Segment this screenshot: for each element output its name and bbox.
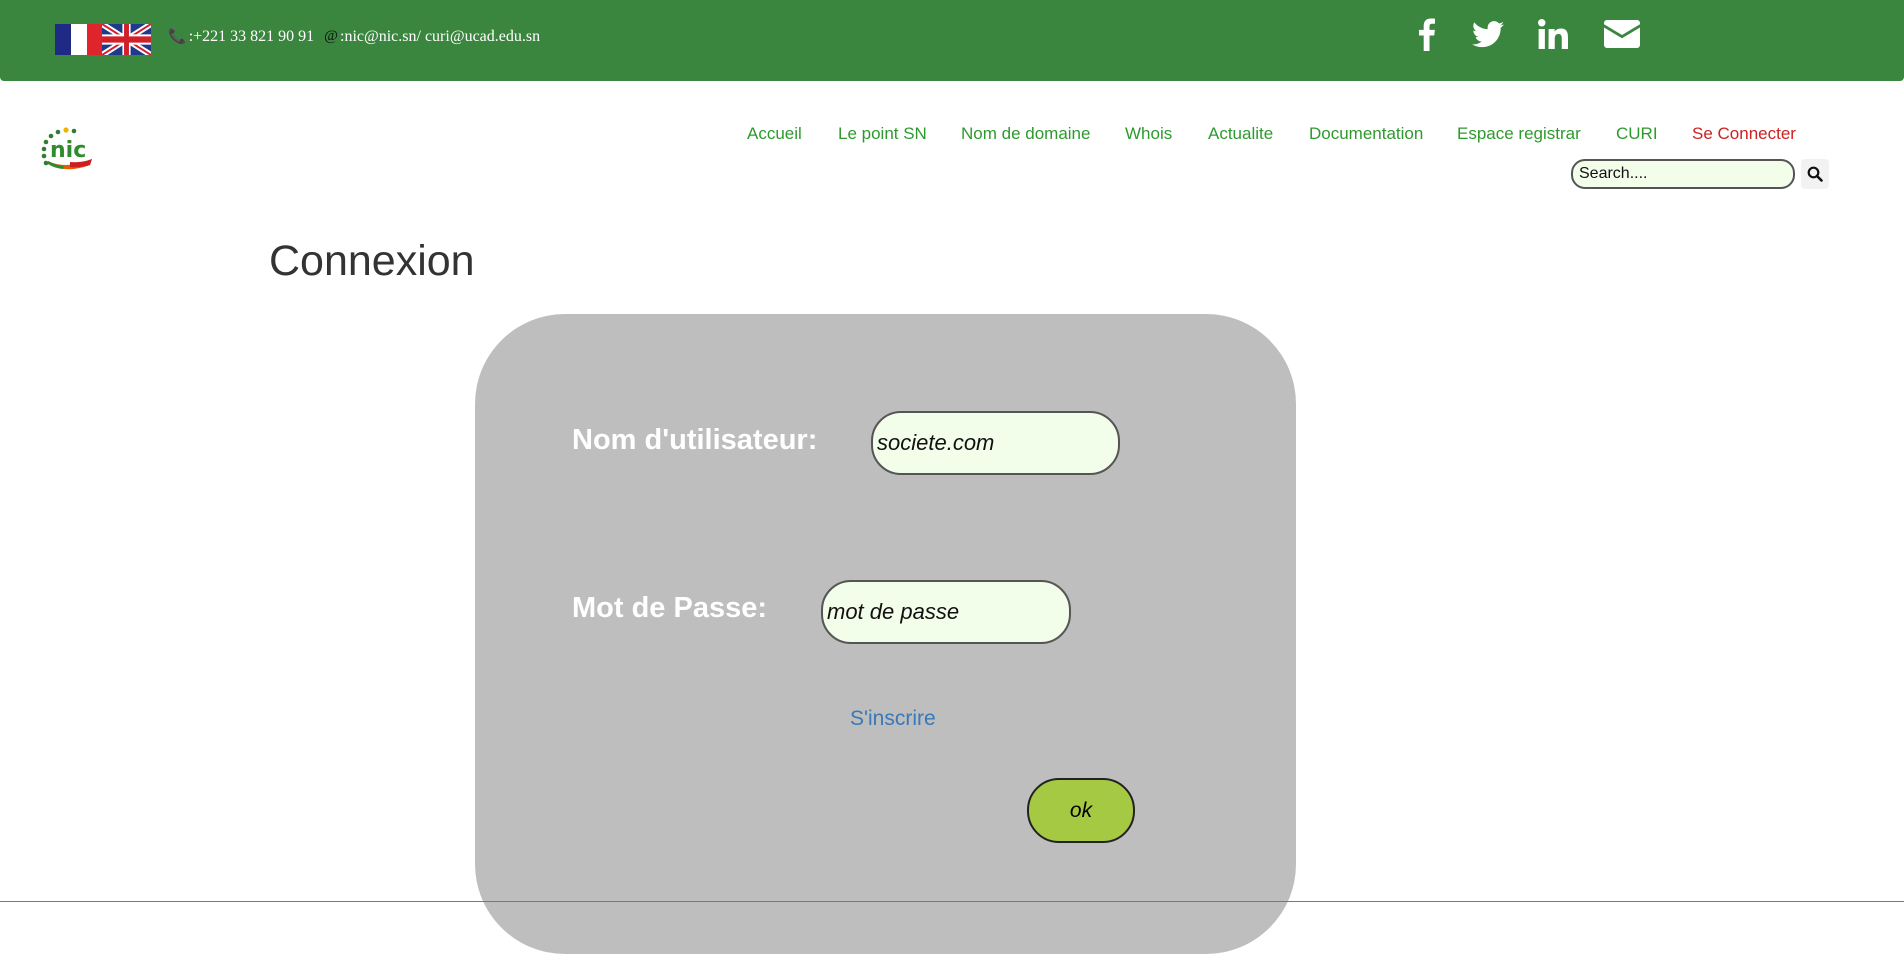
search-icon [1807,166,1823,182]
twitter-icon[interactable] [1470,14,1506,54]
page-title: Connexion [269,237,475,285]
uk-flag-icon[interactable] [100,21,153,58]
nav-item-accueil[interactable]: Accueil [747,124,802,144]
password-label: Mot de Passe: [572,592,767,624]
at-icon: @ [324,28,338,44]
email-address[interactable]: nic@nic.sn/ curi@ucad.edu.sn [344,28,540,46]
nic-senegal-logo[interactable]: nic [40,126,96,172]
nav-item-nom-de-domaine[interactable]: Nom de domaine [961,124,1090,144]
phone-icon: 📞 [168,29,187,45]
username-label: Nom d'utilisateur: [572,424,818,456]
fr-flag-icon[interactable] [55,24,103,55]
contact-info: 📞 : +221 33 821 90 91 @ : nic@nic.sn/ cu… [168,27,540,46]
nav-item-se-connecter[interactable]: Se Connecter [1692,124,1796,144]
nav-item-actualite[interactable]: Actualite [1208,124,1273,144]
facebook-icon[interactable] [1412,14,1442,54]
svg-text:nic: nic [50,138,86,163]
password-input[interactable] [821,580,1071,644]
top-bar: 📞 : +221 33 821 90 91 @ : nic@nic.sn/ cu… [0,0,1904,81]
nav-item-curi[interactable]: CURI [1616,124,1658,144]
username-input[interactable] [871,411,1120,475]
mail-icon[interactable] [1603,14,1641,54]
nav-item-whois[interactable]: Whois [1125,124,1172,144]
nav-item-espace-registrar[interactable]: Espace registrar [1457,124,1581,144]
register-link[interactable]: S'inscrire [850,707,936,731]
linkedin-icon[interactable] [1536,14,1570,54]
phone-number: +221 33 821 90 91 [193,27,315,45]
search-button[interactable] [1801,159,1829,189]
nav-item-le-point-sn[interactable]: Le point SN [838,124,927,144]
nav-item-documentation[interactable]: Documentation [1309,124,1423,144]
search-input[interactable] [1571,159,1795,189]
ok-button[interactable]: ok [1027,778,1135,843]
